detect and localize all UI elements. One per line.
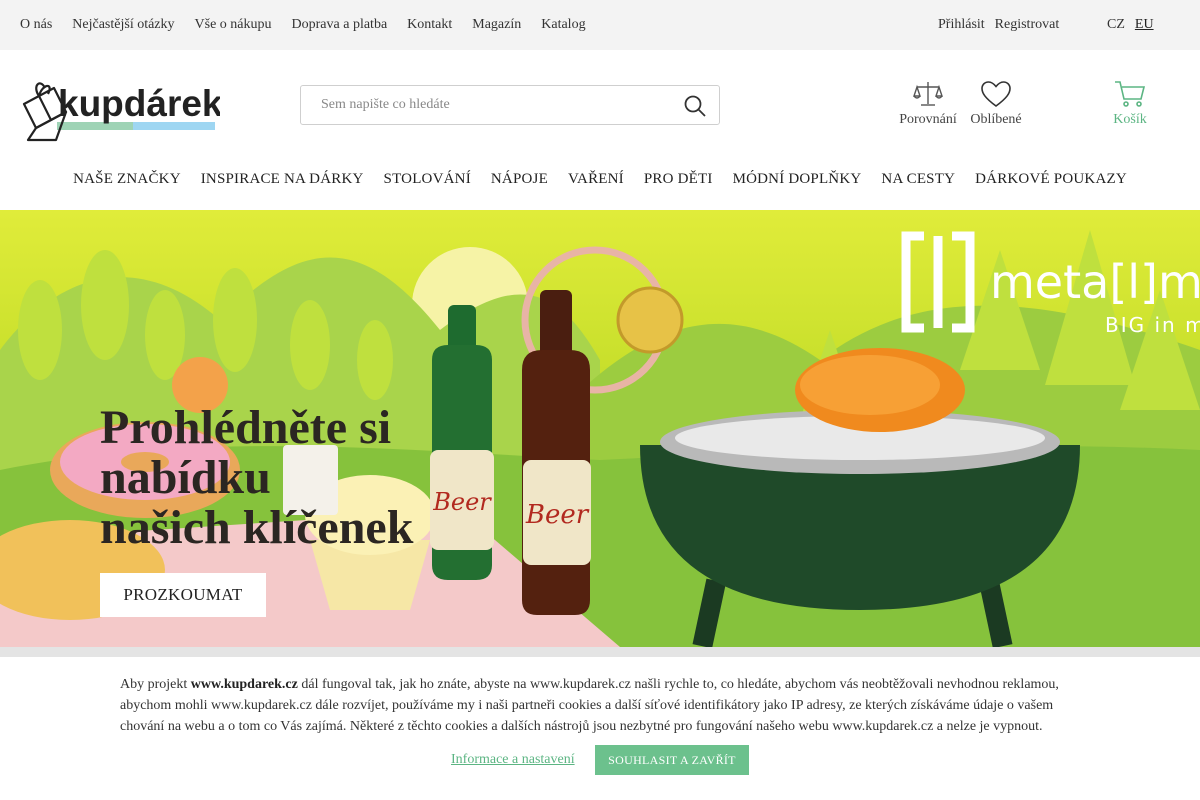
brand-tagline: BIG in m [1105, 313, 1200, 337]
register-link[interactable]: Registrovat [995, 17, 1060, 33]
compare-button[interactable]: Porovnání [898, 80, 958, 128]
info-links: O nás Nejčastější otázky Vše o nákupu Do… [20, 17, 586, 33]
nav-nase-znacky[interactable]: NAŠE ZNAČKY [73, 160, 181, 210]
section-divider [0, 647, 1200, 657]
login-link[interactable]: Přihlásit [938, 17, 985, 33]
favorites-label: Oblíbené [970, 112, 1022, 127]
brand-logo-text: meta[l]mo [990, 255, 1200, 309]
lang-eu[interactable]: EU [1135, 17, 1154, 33]
compare-label: Porovnání [899, 112, 957, 127]
search-icon[interactable] [683, 94, 707, 118]
main-navigation: NAŠE ZNAČKY INSPIRACE NA DÁRKY STOLOVÁNÍ… [0, 160, 1200, 210]
link-faq[interactable]: Nejčastější otázky [72, 17, 174, 33]
nav-napoje[interactable]: NÁPOJE [491, 160, 548, 210]
search-box [300, 85, 720, 125]
site-logo[interactable]: kupdárek [20, 66, 223, 142]
cart-label: Košík [1113, 112, 1147, 127]
gift-logo-icon: kupdárek [22, 82, 223, 142]
nav-na-cesty[interactable]: NA CESTY [881, 160, 955, 210]
nav-inspirace[interactable]: INSPIRACE NA DÁRKY [201, 160, 364, 210]
favorites-button[interactable]: Oblíbené [966, 80, 1026, 128]
language-switcher: CZ EU [1107, 17, 1154, 33]
cookie-consent-bar: Aby projekt www.kupdarek.cz dál fungoval… [0, 657, 1200, 800]
link-vse-o-nakupu[interactable]: Vše o nákupu [195, 17, 272, 33]
nav-modni-doplnky[interactable]: MÓDNÍ DOPLŇKY [733, 160, 862, 210]
top-utility-bar: O nás Nejčastější otázky Vše o nákupu Do… [0, 0, 1200, 50]
cookie-site-name: www.kupdarek.cz [190, 677, 298, 692]
cookie-text: Aby projekt www.kupdarek.cz dál fungoval… [120, 674, 1080, 737]
search-input[interactable] [301, 86, 661, 124]
link-kontakt[interactable]: Kontakt [407, 17, 452, 33]
shopping-cart-icon [1115, 81, 1146, 107]
hero-title: Prohlédněte si nabídku našich klíčenek [100, 401, 414, 554]
cookie-text-lead: Aby projekt [120, 677, 191, 692]
cookie-settings-link[interactable]: Informace a nastavení [451, 752, 575, 768]
svg-text:Beer: Beer [432, 488, 492, 516]
heart-icon [981, 81, 1011, 107]
auth-links: Přihlásit Registrovat [938, 17, 1059, 33]
nav-darkove-poukazy[interactable]: DÁRKOVÉ POUKAZY [975, 160, 1127, 210]
link-magazin[interactable]: Magazín [472, 17, 521, 33]
link-katalog[interactable]: Katalog [541, 17, 585, 33]
svg-text:Beer: Beer [525, 500, 590, 530]
nav-pro-deti[interactable]: PRO DĚTI [644, 160, 713, 210]
link-doprava-platba[interactable]: Doprava a platba [292, 17, 388, 33]
logo-wordmark: kupdárek [58, 83, 220, 124]
nav-stolovani[interactable]: STOLOVÁNÍ [384, 160, 471, 210]
lang-cz[interactable]: CZ [1107, 17, 1125, 33]
cookie-accept-button[interactable]: SOUHLASIT A ZAVŘÍT [595, 745, 749, 775]
link-o-nas[interactable]: O nás [20, 17, 52, 33]
scales-icon [913, 82, 943, 106]
bottle-cap [616, 286, 684, 354]
explore-button[interactable]: PROZKOUMAT [100, 573, 266, 617]
nav-vareni[interactable]: VAŘENÍ [568, 160, 624, 210]
hero-banner[interactable]: Beer Beer meta[l]mo BIG in m Prohlédněte… [0, 210, 1200, 647]
site-header: kupdárek Porovnání [0, 50, 1200, 160]
cart-button[interactable]: Košík [1105, 80, 1155, 128]
